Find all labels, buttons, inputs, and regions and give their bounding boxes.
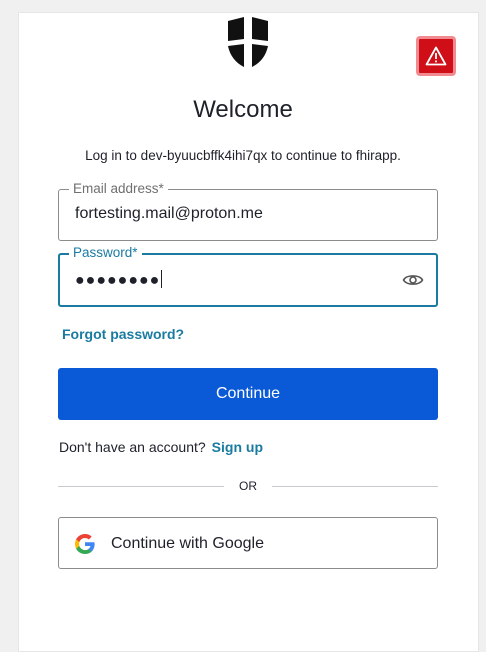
password-input[interactable]: ●●●●●●●●	[75, 270, 395, 290]
page-subtitle: Log in to dev-byuucbffk4ihi7qx to contin…	[85, 148, 401, 163]
shield-logo-icon	[228, 17, 268, 67]
email-input[interactable]: fortesting.mail@proton.me	[75, 205, 395, 223]
or-divider: OR	[58, 479, 438, 493]
google-icon	[75, 534, 95, 554]
continue-with-google-button[interactable]: Continue with Google	[58, 517, 438, 569]
password-field[interactable]: Password* ●●●●●●●●	[58, 245, 438, 307]
divider-text: OR	[239, 479, 257, 493]
continue-button[interactable]: Continue	[58, 368, 438, 420]
google-button-label: Continue with Google	[111, 535, 264, 552]
text-caret	[161, 270, 163, 288]
warning-button[interactable]	[416, 36, 456, 76]
divider-line-right	[272, 486, 438, 487]
email-field[interactable]: Email address* fortesting.mail@proton.me	[58, 181, 438, 241]
page-title: Welcome	[193, 96, 293, 123]
email-label: Email address*	[69, 181, 168, 197]
signup-link[interactable]: Sign up	[212, 439, 263, 455]
eye-icon[interactable]	[402, 270, 424, 290]
warning-icon	[425, 46, 447, 66]
signup-prompt: Don't have an account?	[59, 439, 206, 455]
forgot-password-link[interactable]: Forgot password?	[62, 326, 184, 342]
signup-row: Don't have an account? Sign up	[59, 439, 263, 455]
password-label: Password*	[69, 245, 142, 261]
password-mask: ●●●●●●●●	[75, 272, 161, 289]
divider-line-left	[58, 486, 224, 487]
